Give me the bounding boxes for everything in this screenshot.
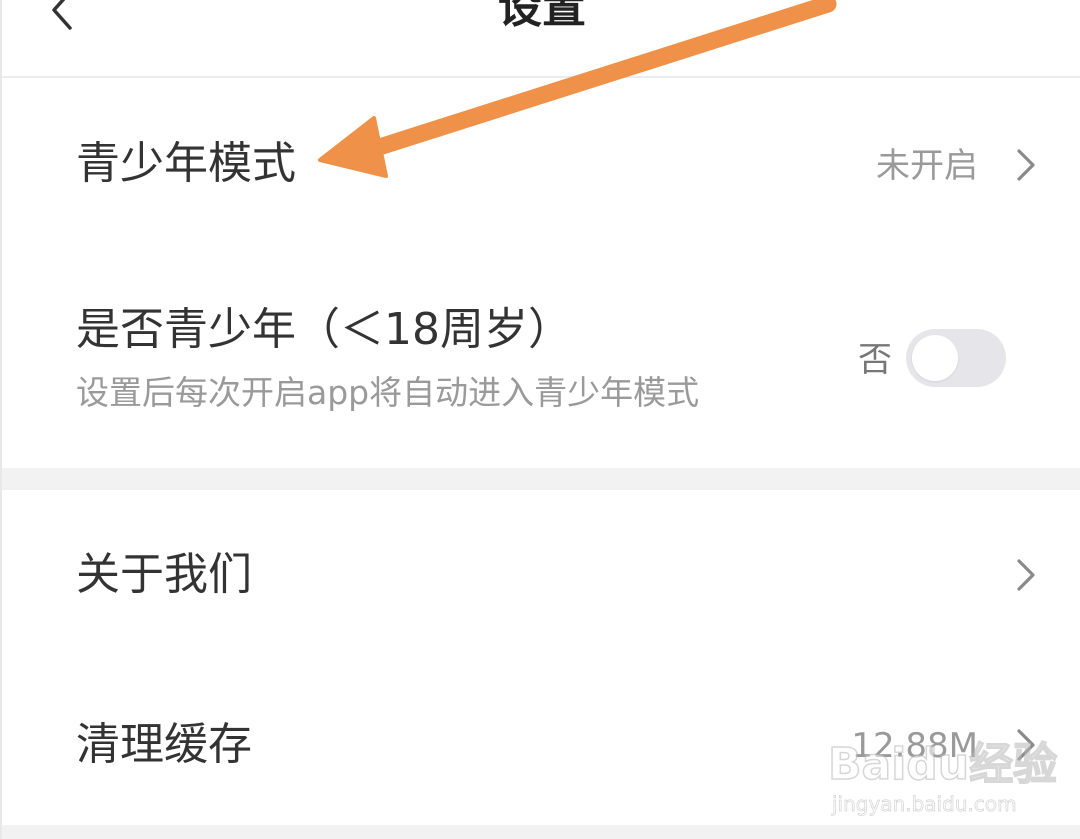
chevron-right-icon [1017, 149, 1035, 181]
is-teen-row: 是否青少年（＜18周岁） 设置后每次开启app将自动进入青少年模式 否 [2, 250, 1080, 468]
about-us-label: 关于我们 [76, 549, 252, 600]
watermark-logo: Baidu经验 jingyan.baidu.com [827, 739, 1058, 830]
teen-mode-status: 未开启 [876, 146, 978, 186]
is-teen-toggle-label: 否 [858, 340, 892, 380]
page-title: 设置 [498, 0, 586, 33]
is-teen-label: 是否青少年（＜18周岁） [76, 304, 572, 355]
watermark-logo-text: Baidu经验 [827, 739, 1058, 791]
teen-mode-row[interactable]: 青少年模式 未开启 [2, 80, 1080, 250]
nav-bar: 设置 [2, 0, 1080, 78]
watermark-url: jingyan.baidu.com [832, 792, 1017, 817]
settings-screen: 设置 青少年模式 未开启 是否青少年（＜18周岁） 设置后每次开启app将自动进… [0, 0, 1080, 839]
is-teen-description: 设置后每次开启app将自动进入青少年模式 [76, 373, 700, 412]
toggle-knob [912, 335, 958, 381]
chevron-right-icon [1017, 559, 1035, 591]
teen-mode-label: 青少年模式 [76, 138, 296, 189]
about-us-row[interactable]: 关于我们 [2, 490, 1080, 660]
section-gap [2, 468, 1080, 490]
clear-cache-label: 清理缓存 [76, 719, 252, 770]
is-teen-toggle[interactable] [906, 329, 1006, 387]
